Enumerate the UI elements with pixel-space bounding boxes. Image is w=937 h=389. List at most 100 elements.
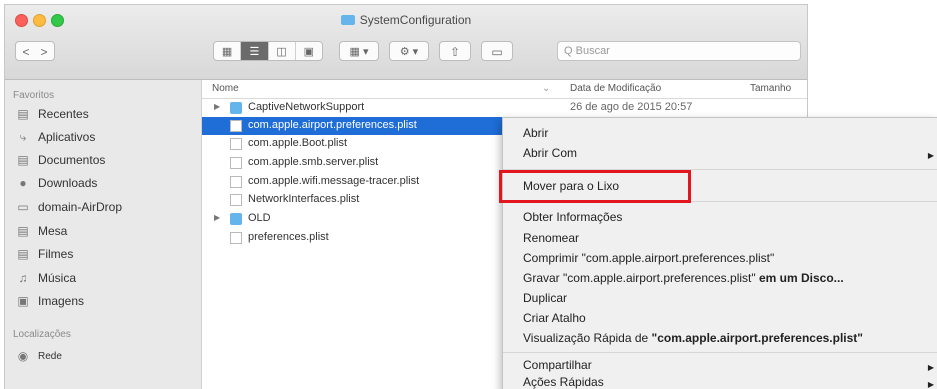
- menu-item-rename[interactable]: Renomear: [523, 231, 579, 245]
- file-name: preferences.plist: [248, 231, 329, 243]
- screenshot-stage: SystemConfiguration < > ▦ ☰ ◫ ▣ ▦ ▾ ⚙ ▾ ⇧…: [0, 0, 937, 389]
- share-button[interactable]: ⇧: [439, 41, 471, 61]
- menu-item-open-with[interactable]: Abrir Com: [523, 146, 577, 160]
- sidebar-item-downloads[interactable]: ● Downloads: [15, 173, 97, 193]
- tag-icon: ▭: [491, 45, 503, 59]
- group-icon: ▦ ▾: [349, 46, 369, 58]
- title-bar: SystemConfiguration < > ▦ ☰ ◫ ▣ ▦ ▾ ⚙ ▾ ⇧…: [5, 5, 807, 80]
- folder-icon: [230, 102, 242, 114]
- share-icon: ⇧: [449, 45, 461, 59]
- document-icon: [230, 138, 242, 150]
- view-mode-control: ▦ ☰ ◫ ▣: [213, 41, 323, 61]
- sidebar-item-label: Rede: [38, 350, 62, 362]
- locations-heading: Localizações: [13, 329, 71, 340]
- column-header: Nome ⌄ Data de Modificação Tamanho: [202, 80, 807, 99]
- file-name: com.apple.airport.preferences.plist: [248, 119, 417, 131]
- forward-button[interactable]: >: [35, 42, 53, 62]
- menu-item-open[interactable]: Abrir: [523, 126, 548, 140]
- menu-item-burn[interactable]: Gravar "com.apple.airport.preferences.pl…: [523, 271, 844, 285]
- quick-look-name: "com.apple.airport.preferences.plist": [651, 331, 863, 345]
- column-view-icon[interactable]: ◫: [269, 42, 296, 60]
- burn-label-bold: em um Disco...: [758, 271, 844, 285]
- network-icon: ◉: [17, 349, 29, 363]
- column-size[interactable]: Tamanho: [750, 83, 791, 94]
- sidebar-item-airdrop[interactable]: ▭ domain-AirDrop: [15, 197, 122, 217]
- document-icon: [230, 157, 242, 169]
- document-icon: [230, 120, 242, 132]
- menu-item-duplicate[interactable]: Duplicar: [523, 291, 567, 305]
- music-icon: ♫: [18, 271, 28, 285]
- context-menu: Abrir Abrir Com ▶ Mover para o Lixo Obte…: [502, 117, 937, 389]
- airdrop-icon: ▭: [17, 200, 29, 214]
- pictures-icon: ▣: [17, 294, 29, 308]
- window-title-text: SystemConfiguration: [359, 13, 472, 27]
- sidebar-item-desktop[interactable]: ▤ Mesa: [15, 221, 67, 241]
- tags-button[interactable]: ▭: [481, 41, 513, 61]
- sidebar-item-pictures[interactable]: ▣ Imagens: [15, 291, 84, 311]
- sidebar-item-label: Mesa: [38, 224, 68, 238]
- sidebar-item-label: domain-AirDrop: [38, 200, 123, 214]
- file-name: com.apple.wifi.message-tracer.plist: [248, 175, 420, 187]
- quick-look-label: Visualização Rápida de: [523, 331, 649, 345]
- back-button[interactable]: <: [17, 42, 35, 62]
- disclosure-triangle-icon[interactable]: ▶: [214, 213, 220, 222]
- desktop-icon: ▤: [17, 224, 29, 238]
- gallery-view-icon[interactable]: ▣: [296, 42, 322, 60]
- apps-icon: ⤷: [19, 130, 27, 144]
- menu-item-compress[interactable]: Comprimir "com.apple.airport.preferences…: [523, 251, 774, 265]
- window-title: SystemConfiguration: [5, 13, 807, 27]
- sidebar-item-label: Música: [38, 271, 77, 285]
- menu-separator: [503, 352, 937, 353]
- document-icon: [230, 232, 242, 244]
- menu-item-share[interactable]: Compartilhar: [523, 358, 592, 372]
- menu-item-quick-actions[interactable]: Ações Rápidas: [523, 375, 604, 389]
- document-icon: [230, 176, 242, 188]
- sidebar-item-label: Aplicativos: [38, 130, 96, 144]
- submenu-arrow-icon: ▶: [927, 380, 934, 389]
- folder-icon: [340, 15, 355, 25]
- search-input[interactable]: Q Buscar: [557, 41, 801, 61]
- submenu-arrow-icon: ▶: [927, 363, 934, 372]
- sidebar-item-label: Imagens: [38, 294, 85, 308]
- sidebar-item-applications[interactable]: ⤷ Aplicativos: [15, 127, 96, 147]
- list-item[interactable]: ▶ CaptiveNetworkSupport 26 de ago de 2015 …: [202, 99, 807, 117]
- downloads-icon: ●: [19, 176, 27, 190]
- gear-icon: ⚙ ▾: [399, 46, 419, 58]
- sidebar: Favoritos ▤ Recentes ⤷ Aplicativos ▤ Docume…: [5, 80, 202, 389]
- menu-item-get-info[interactable]: Obter Informações: [523, 210, 622, 224]
- recents-icon: ▤: [17, 107, 29, 121]
- nav-buttons: < >: [15, 41, 55, 61]
- file-name: com.apple.smb.server.plist: [248, 156, 379, 168]
- group-menu-button[interactable]: ▦ ▾: [339, 41, 379, 61]
- sidebar-item-recents[interactable]: ▤ Recentes: [15, 104, 89, 124]
- folder-icon: [230, 213, 242, 225]
- favorites-heading: Favoritos: [13, 90, 55, 101]
- sidebar-item-movies[interactable]: ▤ Filmes: [15, 244, 73, 264]
- action-menu-button[interactable]: ⚙ ▾: [389, 41, 429, 61]
- file-name: NetworkInterfaces.plist: [248, 193, 360, 205]
- sidebar-item-music[interactable]: ♫ Música: [15, 268, 77, 288]
- menu-item-make-alias[interactable]: Criar Atalho: [523, 311, 586, 325]
- file-name: com.apple.Boot.plist: [248, 137, 348, 149]
- documents-icon: ▤: [17, 153, 29, 167]
- document-icon: [230, 194, 242, 206]
- sidebar-item-network[interactable]: ◉ Rede: [15, 346, 62, 366]
- sidebar-item-label: Filmes: [38, 247, 74, 261]
- icon-view-icon[interactable]: ▦: [214, 42, 242, 60]
- sidebar-item-label: Downloads: [38, 176, 98, 190]
- disclosure-triangle-icon[interactable]: ▶: [214, 102, 220, 111]
- column-modified[interactable]: Data de Modificação: [570, 83, 661, 94]
- file-name: OLD: [248, 212, 271, 224]
- sidebar-item-documents[interactable]: ▤ Documentos: [15, 150, 105, 170]
- submenu-arrow-icon: ▶: [927, 151, 934, 160]
- sidebar-item-label: Documentos: [38, 153, 106, 167]
- column-name[interactable]: Nome: [212, 83, 239, 94]
- highlight-box: [499, 170, 691, 203]
- movies-icon: ▤: [17, 247, 29, 261]
- file-name: CaptiveNetworkSupport: [248, 101, 365, 113]
- list-view-icon[interactable]: ☰: [241, 42, 269, 60]
- sort-indicator-icon: ⌄: [542, 83, 551, 94]
- sidebar-item-label: Recentes: [38, 107, 89, 121]
- file-date: 26 de ago de 2015 20:57: [570, 101, 693, 113]
- menu-item-quick-look[interactable]: Visualização Rápida de "com.apple.airpor…: [523, 331, 863, 345]
